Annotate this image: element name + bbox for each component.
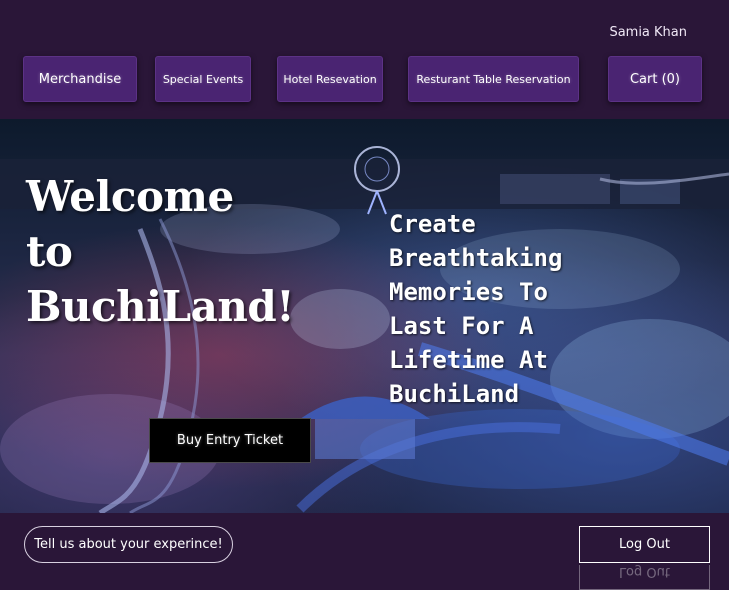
logout-button-reflection: Log Out [579, 565, 710, 590]
logout-reflection-text: Log Out [579, 565, 710, 590]
hero-title: Welcome to BuchiLand! [26, 169, 316, 334]
user-name: Samia Khan [609, 25, 687, 40]
feedback-button[interactable]: Tell us about your experince! [24, 526, 233, 563]
top-bar: Samia Khan Merchandise Special Events Ho… [0, 0, 729, 119]
cart-button[interactable]: Cart (0) [608, 56, 702, 102]
hero-title-line: to [26, 227, 73, 276]
special-events-button[interactable]: Special Events [155, 56, 251, 102]
hero-title-line: Welcome [26, 172, 234, 221]
merchandise-button[interactable]: Merchandise [23, 56, 137, 102]
hotel-reservation-button[interactable]: Hotel Resevation [277, 56, 383, 102]
logout-button[interactable]: Log Out [579, 526, 710, 563]
hero-banner: Welcome to BuchiLand! Create Breathtakin… [0, 119, 729, 513]
hero-tagline: Create Breathtaking Memories To Last For… [389, 210, 563, 408]
buy-entry-ticket-button[interactable]: Buy Entry Ticket [149, 418, 311, 463]
hero-title-line: BuchiLand! [26, 282, 295, 331]
restaurant-reservation-button[interactable]: Resturant Table Reservation [408, 56, 579, 102]
